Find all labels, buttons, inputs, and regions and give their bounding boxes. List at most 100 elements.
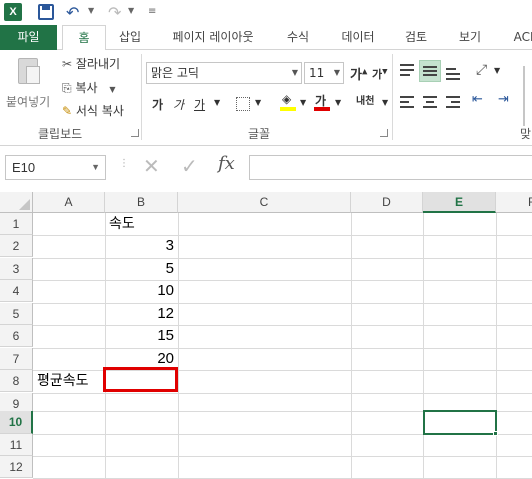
- chevron-down-icon: ▼: [291, 68, 298, 77]
- tab-data[interactable]: 데이터: [336, 25, 380, 50]
- ribbon: 붙여넣기 ✂ 잘라내기 ⎘ 복사 ▼ ✎ 서식 복사 클립보드 맑은 고딕 ▼ …: [0, 50, 532, 146]
- tab-home[interactable]: 홈: [62, 25, 106, 51]
- column-header-c[interactable]: C: [178, 192, 351, 213]
- tab-formulas[interactable]: 수식: [280, 25, 316, 50]
- row-header-7[interactable]: 7: [0, 348, 33, 370]
- font-name-value: 맑은 고딕: [151, 66, 199, 80]
- tab-view[interactable]: 보기: [452, 25, 488, 50]
- copy-button[interactable]: ⎘ 복사 ▼: [62, 79, 116, 96]
- row-header-1[interactable]: 1: [0, 213, 33, 235]
- undo-dropdown-icon[interactable]: ▼: [88, 6, 94, 15]
- row-header-10[interactable]: 10: [0, 411, 33, 434]
- phonetic-dropdown-icon[interactable]: ▼: [382, 98, 388, 107]
- column-header-a[interactable]: A: [33, 192, 105, 213]
- font-color-button[interactable]: 가: [314, 92, 330, 112]
- column-header-e[interactable]: E: [423, 192, 496, 213]
- font-color-dropdown-icon[interactable]: ▼: [335, 98, 341, 107]
- insert-function-button[interactable]: fx: [218, 153, 235, 174]
- font-size-select[interactable]: 11 ▼: [304, 62, 344, 84]
- row-header-11[interactable]: 11: [0, 434, 33, 456]
- cell-b6[interactable]: 15: [106, 325, 177, 347]
- grid-line: [496, 213, 497, 479]
- grid-line: [423, 213, 424, 479]
- tab-file[interactable]: 파일: [0, 25, 57, 50]
- tab-acrobat[interactable]: ACR: [506, 25, 532, 50]
- shrink-font-button[interactable]: 가▼: [372, 66, 388, 82]
- redo-dropdown-icon[interactable]: ▼: [128, 6, 134, 15]
- grid-line: [178, 213, 179, 479]
- cell-b5[interactable]: 12: [106, 303, 177, 325]
- chevron-down-icon: ▼: [91, 162, 100, 172]
- tab-page-layout[interactable]: 페이지 레이아웃: [164, 25, 262, 50]
- align-top-icon[interactable]: [400, 64, 416, 78]
- cell-b1[interactable]: 속도: [106, 213, 178, 235]
- align-right-icon[interactable]: [446, 96, 462, 110]
- column-header-d[interactable]: D: [351, 192, 423, 213]
- orientation-dropdown-icon[interactable]: ▼: [494, 66, 500, 75]
- grow-font-button[interactable]: 가▲: [350, 64, 367, 83]
- redo-icon[interactable]: ↷: [108, 3, 121, 22]
- underline-dropdown-icon[interactable]: ▼: [214, 98, 220, 107]
- row-header-12[interactable]: 12: [0, 456, 33, 478]
- tab-review[interactable]: 검토: [398, 25, 434, 50]
- column-header-f[interactable]: F: [496, 192, 532, 213]
- font-group-label: 글꼴: [248, 127, 271, 141]
- align-bottom-icon[interactable]: [446, 66, 462, 80]
- cell-b4[interactable]: 10: [106, 280, 177, 302]
- cell-b3[interactable]: 5: [106, 258, 177, 280]
- cut-button[interactable]: ✂ 잘라내기: [62, 55, 120, 72]
- row-header-3[interactable]: 3: [0, 258, 33, 280]
- format-painter-button[interactable]: ✎ 서식 복사: [62, 102, 124, 119]
- font-size-value: 11: [309, 66, 325, 80]
- formula-input[interactable]: [249, 155, 532, 180]
- format-painter-label: 서식 복사: [75, 104, 124, 118]
- phonetic-button[interactable]: 내천: [356, 92, 374, 107]
- row-header-8[interactable]: 8: [0, 370, 33, 392]
- bold-button[interactable]: 가: [152, 96, 163, 113]
- save-icon[interactable]: [38, 4, 54, 20]
- fill-handle[interactable]: [493, 431, 498, 436]
- clipboard-launcher-icon[interactable]: [131, 129, 139, 137]
- font-name-select[interactable]: 맑은 고딕 ▼: [146, 62, 302, 84]
- align-left-icon[interactable]: [400, 96, 416, 110]
- grow-font-label: 가: [350, 68, 362, 83]
- row-header-6[interactable]: 6: [0, 325, 33, 347]
- select-all-button[interactable]: [0, 192, 33, 213]
- tab-insert[interactable]: 삽입: [114, 25, 146, 50]
- name-box[interactable]: E10 ▼: [5, 155, 106, 180]
- highlight-box-b8[interactable]: [103, 367, 178, 392]
- cancel-icon[interactable]: ✕: [143, 154, 160, 178]
- group-separator: [141, 54, 142, 140]
- customize-qat-icon[interactable]: ≡: [148, 6, 156, 17]
- cell-b2[interactable]: 3: [106, 235, 177, 257]
- copy-label: 복사: [75, 81, 98, 95]
- enter-icon[interactable]: ✓: [181, 154, 198, 178]
- paste-icon[interactable]: [14, 56, 44, 88]
- drag-handle-icon[interactable]: ⋮: [119, 158, 129, 169]
- copy-dropdown-icon[interactable]: ▼: [109, 85, 115, 94]
- cell-a8[interactable]: 평균속도: [34, 370, 106, 392]
- alignment-group-label: 맞: [520, 127, 532, 141]
- column-header-b[interactable]: B: [105, 192, 178, 213]
- italic-button[interactable]: 가: [173, 96, 184, 113]
- paste-button[interactable]: 붙여넣기: [6, 93, 50, 110]
- row-header-5[interactable]: 5: [0, 303, 33, 325]
- row-header-4[interactable]: 4: [0, 280, 33, 302]
- increase-indent-icon[interactable]: ⇥: [498, 92, 509, 107]
- fill-color-button[interactable]: ◈: [280, 92, 296, 112]
- undo-icon[interactable]: ↶: [66, 3, 79, 22]
- borders-dropdown-icon[interactable]: ▼: [255, 98, 261, 107]
- name-box-value: E10: [12, 160, 36, 175]
- underline-button[interactable]: 가: [194, 96, 205, 113]
- group-separator: [523, 66, 525, 126]
- font-launcher-icon[interactable]: [380, 129, 388, 137]
- fill-color-dropdown-icon[interactable]: ▼: [300, 98, 306, 107]
- quick-access-toolbar: X ↶ ▼ ↷ ▼ ≡: [0, 0, 532, 25]
- align-center-icon[interactable]: [423, 96, 439, 110]
- orientation-icon[interactable]: ⤢: [476, 62, 487, 78]
- align-middle-icon: [423, 65, 437, 77]
- borders-icon[interactable]: [236, 97, 250, 111]
- row-header-2[interactable]: 2: [0, 235, 33, 257]
- decrease-indent-icon[interactable]: ⇤: [472, 92, 483, 107]
- active-cell-e10[interactable]: [423, 410, 497, 435]
